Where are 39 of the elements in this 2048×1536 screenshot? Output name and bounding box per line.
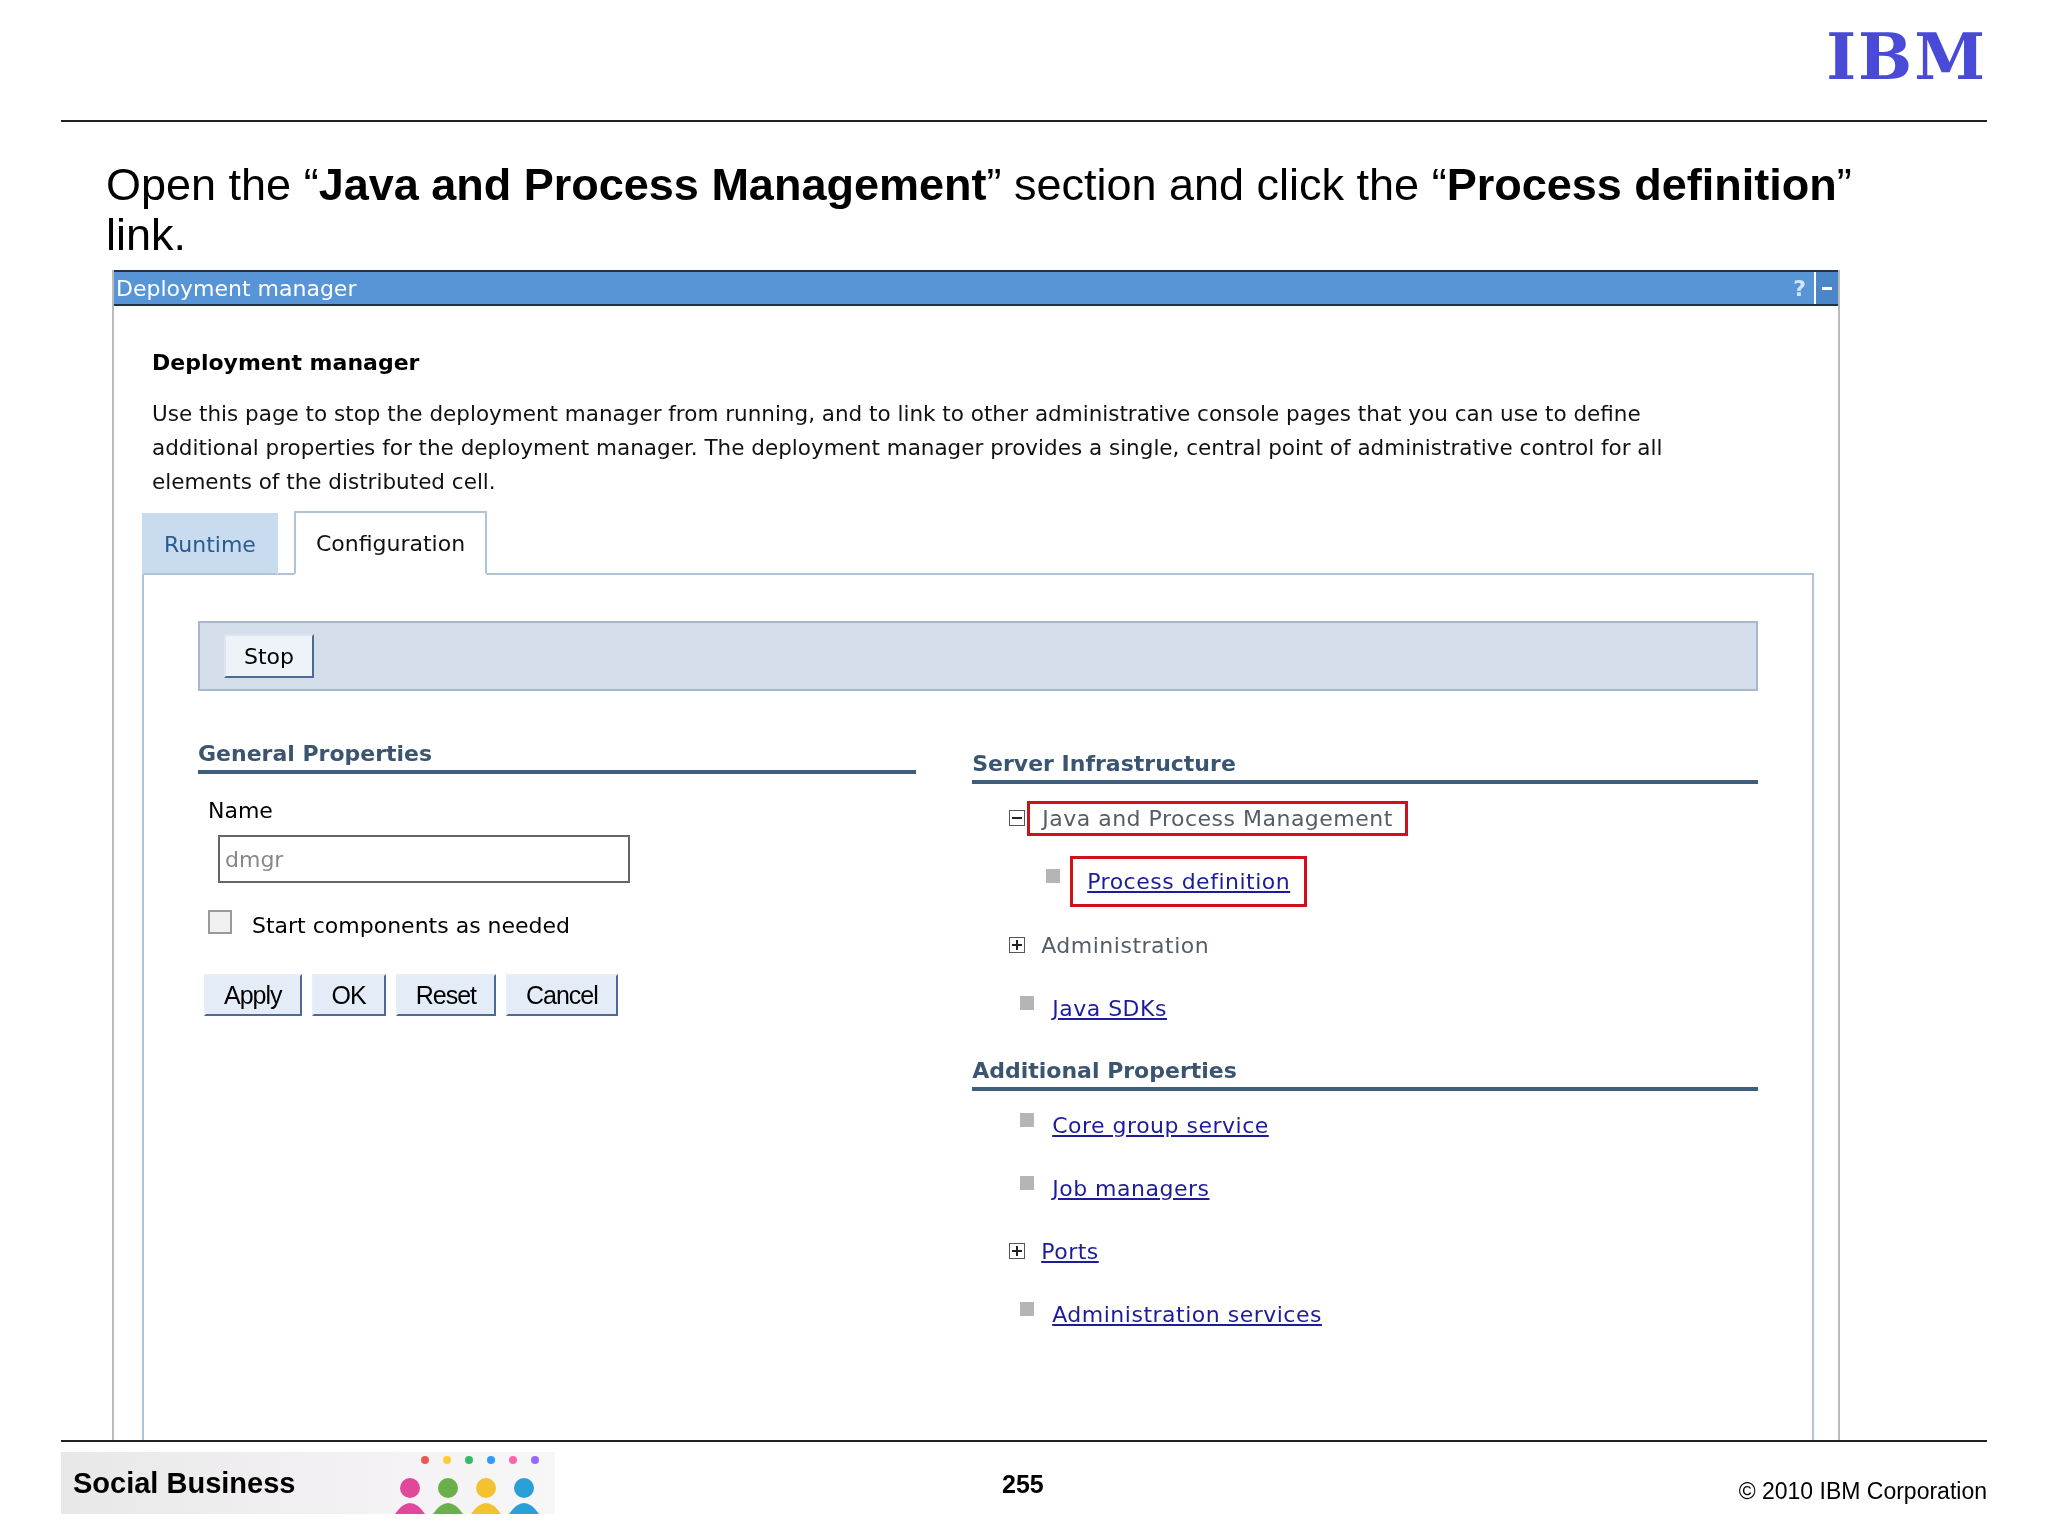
page-number: 255	[1002, 1470, 1044, 1499]
instruction-text: Open the “Java and Process Management” section and click the “Process definition” link.	[106, 160, 1853, 260]
tab[interactable]: Configuration	[293, 511, 488, 575]
bullet-icon	[1020, 1176, 1035, 1190]
bullet-icon	[1020, 996, 1035, 1010]
tree-link[interactable]: Job managers	[1052, 1175, 1210, 1201]
stop-button[interactable]: Stop	[224, 634, 314, 678]
collapse-icon[interactable]	[1009, 810, 1026, 826]
tab[interactable]: Runtime	[142, 513, 278, 575]
tree-link[interactable]: Administration services	[1052, 1301, 1322, 1327]
form-button[interactable]: Reset	[395, 974, 496, 1016]
tree-item-label: Java and Process Management	[1042, 805, 1393, 831]
tree-link[interactable]: Ports	[1041, 1238, 1099, 1264]
form-button[interactable]: Apply	[204, 974, 302, 1016]
bullet-icon	[1020, 1302, 1035, 1316]
field-label: Name	[208, 798, 274, 823]
form-button[interactable]: Cancel	[506, 974, 618, 1016]
name-field[interactable]: dmgr	[218, 835, 630, 883]
brand-text: Social Business	[72, 1466, 296, 1500]
checkbox-label: Start components as needed	[252, 913, 571, 938]
form-button[interactable]: OK	[311, 974, 386, 1016]
checkbox[interactable]	[208, 909, 232, 934]
tree-item-label: Administration	[1041, 932, 1210, 958]
tree-link[interactable]: Java SDKs	[1052, 995, 1167, 1021]
expand-icon[interactable]	[1009, 1243, 1026, 1259]
page-description: Use this page to stop the deployment manager from running, and to link to other administrative console pages that you can use to define additional properties for the deployment manager. The deployment manager provides a single, central point of administrative control for all elements of the distributed cell.	[152, 400, 1664, 496]
tree-link[interactable]: Process definition	[1087, 868, 1291, 894]
section-heading: Additional Properties	[972, 1058, 1758, 1091]
section-heading: General Properties	[198, 741, 917, 774]
copyright-text: © 2010 IBM Corporation	[1738, 1478, 1987, 1505]
bullet-icon	[1020, 1113, 1035, 1127]
page-heading: Deployment manager	[152, 350, 421, 375]
logo: IBM	[1826, 25, 1987, 95]
minimize-icon[interactable]	[1814, 272, 1838, 304]
bullet-icon	[1046, 869, 1061, 883]
tree-link[interactable]: Core group service	[1052, 1112, 1269, 1138]
section-heading: Server Infrastructure	[972, 751, 1758, 784]
expand-icon[interactable]	[1009, 937, 1026, 953]
panel-title: Deployment manager	[115, 275, 358, 301]
